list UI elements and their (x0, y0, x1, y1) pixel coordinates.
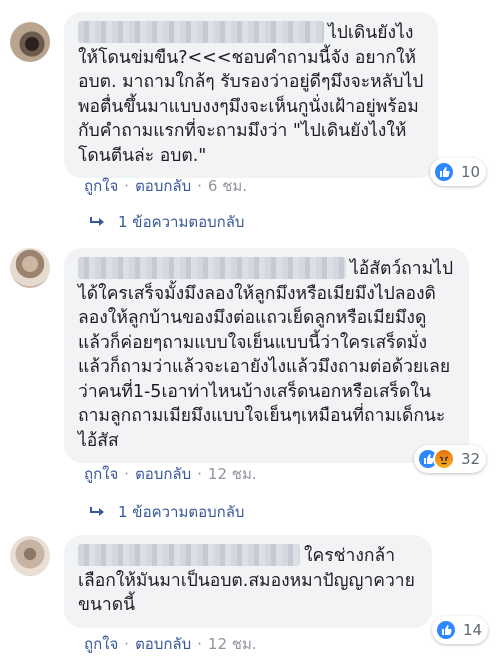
commenter-avatar[interactable] (10, 248, 50, 288)
comment-bubble: ใครช่างกล้าเลือกให้มันมาเป็นอบต.สมองหมาป… (64, 535, 432, 628)
separator-dot: · (124, 177, 130, 195)
separator-dot: · (197, 177, 202, 195)
comment-actions: ถูกใจ · ตอบกลับ · 6 ชม. (84, 174, 247, 198)
reaction-summary[interactable]: 14 (432, 616, 489, 644)
reply-link[interactable]: ตอบกลับ (135, 174, 191, 198)
commenter-avatar[interactable] (10, 536, 50, 576)
reaction-summary[interactable]: 32 (414, 445, 487, 473)
like-reaction-icon (435, 619, 457, 641)
blurred-author-name[interactable] (78, 257, 346, 279)
reply-link[interactable]: ตอบกลับ (135, 462, 191, 486)
reply-arrow-icon (90, 217, 104, 226)
commenter-avatar[interactable] (10, 22, 50, 62)
comment-bubble: ไปเดินยังไงให้โดนข่มขืน?<<<ชอบคำถามนี้จั… (64, 12, 438, 178)
reply-link[interactable]: ตอบกลับ (135, 632, 191, 656)
separator-dot: · (197, 635, 202, 653)
comment-text: ไอ้สัตว์ถามไปได้ใครเสร็จมั้งมึงลองให้ลูก… (78, 259, 454, 451)
comment-timestamp[interactable]: 6 ชม. (208, 174, 247, 198)
blurred-author-name[interactable] (78, 544, 300, 566)
reply-arrow-icon (90, 507, 104, 516)
comment-timestamp[interactable]: 12 ชม. (208, 632, 257, 656)
angry-reaction-icon (433, 448, 455, 470)
replies-count-label[interactable]: 1 ข้อความตอบกลับ (118, 500, 244, 524)
comment-timestamp[interactable]: 12 ชม. (208, 462, 257, 486)
blurred-author-name[interactable] (78, 21, 324, 43)
comment-actions: ถูกใจ · ตอบกลับ · 12 ชม. (84, 462, 257, 486)
replies-count-label[interactable]: 1 ข้อความตอบกลับ (118, 210, 244, 234)
like-link[interactable]: ถูกใจ (84, 632, 118, 656)
comment-actions: ถูกใจ · ตอบกลับ · 12 ชม. (84, 632, 257, 656)
view-replies-link[interactable]: 1 ข้อความตอบกลับ (90, 500, 244, 524)
separator-dot: · (197, 465, 202, 483)
reaction-count: 32 (461, 450, 481, 468)
like-link[interactable]: ถูกใจ (84, 174, 118, 198)
reaction-count: 14 (463, 621, 483, 639)
view-replies-link[interactable]: 1 ข้อความตอบกลับ (90, 210, 244, 234)
reaction-summary[interactable]: 10 (430, 158, 487, 186)
comment-bubble: ไอ้สัตว์ถามไปได้ใครเสร็จมั้งมึงลองให้ลูก… (64, 248, 469, 463)
separator-dot: · (124, 635, 130, 653)
like-link[interactable]: ถูกใจ (84, 462, 118, 486)
like-reaction-icon (433, 161, 455, 183)
separator-dot: · (124, 465, 130, 483)
reaction-count: 10 (461, 163, 481, 181)
comment-text: ไปเดินยังไงให้โดนข่มขืน?<<<ชอบคำถามนี้จั… (78, 23, 424, 166)
